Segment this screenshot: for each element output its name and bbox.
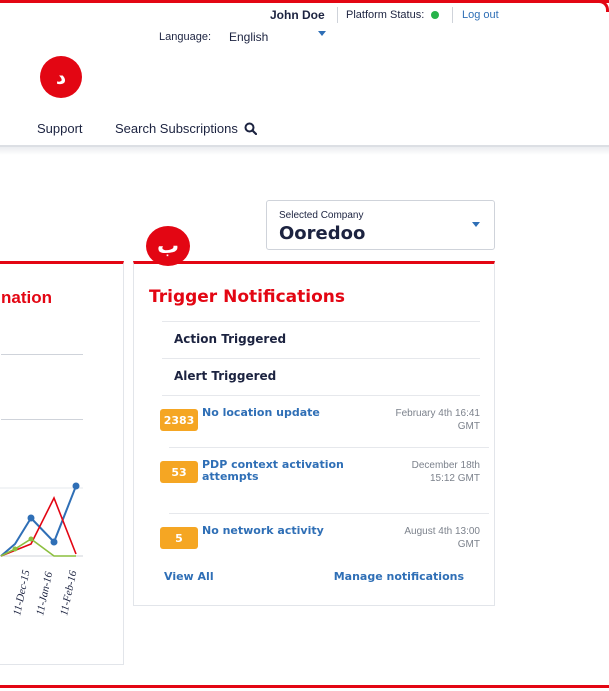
header-divider xyxy=(452,7,453,23)
nav-support[interactable]: Support xyxy=(37,121,83,136)
chart-point xyxy=(50,538,58,546)
platform-status-dot xyxy=(431,11,439,19)
line-chart: 11-Dec-15 11-Jan-16 11-Feb-16 xyxy=(0,482,83,617)
search-icon xyxy=(244,122,258,136)
notification-count-badge: 2383 xyxy=(160,409,198,431)
notification-divider xyxy=(169,513,489,514)
chevron-down-icon xyxy=(472,222,480,227)
language-select[interactable]: English xyxy=(229,30,268,44)
trigger-row-action[interactable]: Action Triggered xyxy=(162,321,480,358)
chart-tick-label: 11-Feb-16 xyxy=(58,569,79,617)
nav-divider xyxy=(0,145,609,147)
trigger-notifications-card: Trigger Notifications Action Triggered A… xyxy=(133,261,495,606)
annotation-badge: د xyxy=(40,56,82,98)
company-selector[interactable]: Selected Company Ooredoo xyxy=(266,200,495,250)
notification-divider xyxy=(169,447,489,448)
logout-link[interactable]: Log out xyxy=(462,9,499,21)
platform-status-label: Platform Status: xyxy=(346,9,425,21)
nav-search-label: Search Subscriptions xyxy=(115,121,238,136)
chevron-down-icon[interactable] xyxy=(318,31,326,36)
manage-notifications-link[interactable]: Manage notifications xyxy=(334,570,464,583)
bottom-accent-rule xyxy=(0,685,609,688)
notification-count-badge: 5 xyxy=(160,527,198,549)
chart-tick-label: 11-Jan-16 xyxy=(34,570,55,616)
chart-point xyxy=(12,546,18,552)
language-label: Language: xyxy=(159,31,211,43)
notification-count-badge: 53 xyxy=(160,461,198,483)
company-value: Ooredoo xyxy=(279,223,366,244)
header-divider xyxy=(337,7,338,23)
notification-date: August 4th 13:00 GMT xyxy=(404,526,480,550)
chart-point xyxy=(72,482,80,490)
notification-title: No network activity xyxy=(202,524,324,537)
nav-search-subscriptions[interactable]: Search Subscriptions xyxy=(115,121,258,136)
trigger-row-label: Action Triggered xyxy=(174,332,287,346)
trigger-row-label: Alert Triggered xyxy=(174,369,277,383)
chart-tick-label: 11-Dec-15 xyxy=(11,568,32,616)
trigger-notifications-title: Trigger Notifications xyxy=(149,287,345,307)
notification-title: PDP context activation attempts xyxy=(202,458,344,483)
trigger-row-alert[interactable]: Alert Triggered xyxy=(162,358,480,396)
notification-date: February 4th 16:41 GMT xyxy=(395,408,481,432)
notification-title: No location update xyxy=(202,406,320,419)
user-name: John Doe xyxy=(270,8,325,22)
notification-date: December 18th 15:12 GMT xyxy=(411,460,480,484)
top-accent-rule xyxy=(0,0,609,3)
company-label: Selected Company xyxy=(279,210,364,221)
chart-point xyxy=(28,536,34,542)
left-panel: nation 11-Dec-15 11-Jan-16 11-Feb-16 xyxy=(0,261,124,665)
chart-point xyxy=(27,514,35,522)
view-all-link[interactable]: View All xyxy=(164,570,214,583)
annotation-badge: ب xyxy=(146,226,190,266)
